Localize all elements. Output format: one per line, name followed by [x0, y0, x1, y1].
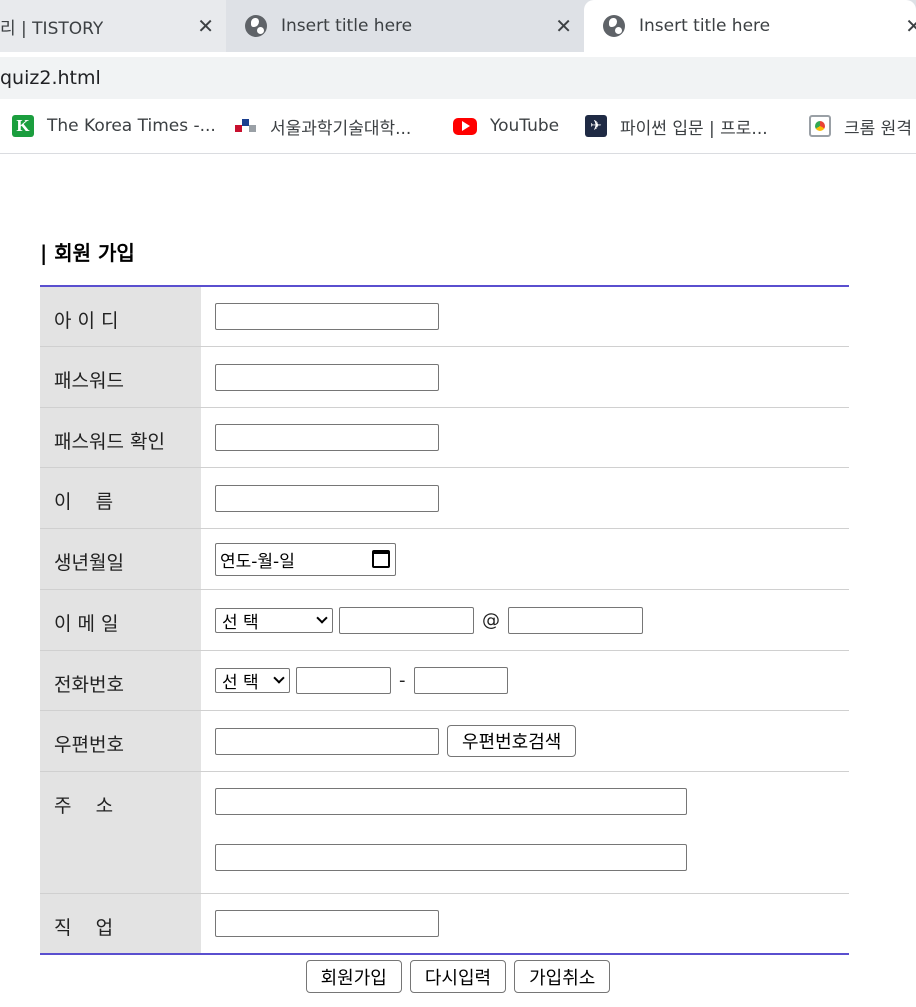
bookmarks-bar: K The Korea Times -... 서울과학기술대학... YouTu… — [0, 102, 916, 154]
password-input[interactable] — [215, 363, 439, 391]
bookmark-seoultech[interactable]: 서울과학기술대학... — [235, 102, 411, 150]
address-bar: quiz2.html — [0, 52, 916, 102]
close-icon[interactable]: ✕ — [197, 14, 214, 38]
reset-button[interactable]: 다시입력 — [409, 960, 507, 993]
select-value: 선 택 — [222, 673, 259, 693]
name-input[interactable] — [215, 484, 439, 512]
python-icon: ✈ — [585, 115, 607, 137]
row-phone: 전화번호 선 택 - — [40, 651, 849, 711]
chevron-down-icon — [273, 672, 285, 684]
bookmark-chrome-remote[interactable]: 크롬 원격 — [809, 102, 912, 150]
tab-title: 리 | TISTORY — [0, 18, 104, 39]
cancel-button[interactable]: 가입취소 — [514, 960, 611, 993]
page-title: | 회원 가입 — [40, 241, 135, 265]
row-job: 직 업 — [40, 894, 849, 953]
email-domain-input[interactable] — [508, 606, 643, 634]
email-id-input[interactable] — [339, 606, 474, 634]
bookmark-label: The Korea Times -... — [47, 116, 216, 136]
label-password: 패스워드 — [40, 347, 201, 407]
tab-strip: 리 | TISTORY ✕ Insert title here ✕ Insert… — [0, 0, 916, 52]
chevron-down-icon — [316, 611, 328, 624]
globe-icon — [245, 15, 267, 37]
label-zip: 우편번호 — [40, 711, 201, 771]
row-password-confirm: 패스워드 확인 — [40, 408, 849, 468]
phone-prefix-select[interactable]: 선 택 — [215, 668, 290, 693]
date-placeholder: 연도-월-일 — [220, 551, 295, 572]
row-zip: 우편번호 우편번호검색 — [40, 711, 849, 772]
label-password-confirm: 패스워드 확인 — [40, 408, 201, 467]
label-job: 직 업 — [40, 894, 201, 953]
row-id: 아 이 디 — [40, 287, 849, 347]
address-line2-input[interactable] — [215, 844, 687, 871]
row-password: 패스워드 — [40, 347, 849, 408]
chrome-remote-icon — [809, 115, 831, 137]
label-email: 이 메 일 — [40, 590, 201, 650]
row-birth: 생년월일 연도-월-일 — [40, 529, 849, 590]
bookmark-label: 서울과학기술대학... — [270, 118, 412, 139]
close-icon[interactable]: ✕ — [555, 14, 572, 38]
tab-title: Insert title here — [281, 16, 413, 36]
job-input[interactable] — [215, 910, 439, 937]
tab-tistory[interactable]: 리 | TISTORY ✕ — [0, 0, 226, 52]
calendar-icon[interactable] — [372, 550, 390, 568]
youtube-icon — [453, 117, 477, 135]
password-confirm-input[interactable] — [215, 424, 439, 451]
bookmark-label: 크롬 원격 — [844, 118, 912, 139]
form-actions: 회원가입 다시입력 가입취소 — [0, 960, 916, 993]
label-phone: 전화번호 — [40, 651, 201, 710]
zip-input[interactable] — [215, 727, 439, 755]
tab-insert-title-active[interactable]: Insert title here ✕ — [584, 0, 916, 52]
bookmark-youtube[interactable]: YouTube — [453, 102, 559, 150]
bookmark-korea-times[interactable]: K The Korea Times -... — [12, 102, 216, 150]
address-line1-input[interactable] — [215, 788, 687, 815]
label-address: 주 소 — [40, 772, 201, 893]
email-domain-select[interactable]: 선 택 — [215, 607, 333, 633]
url-field[interactable]: quiz2.html — [0, 57, 916, 99]
label-id: 아 이 디 — [40, 287, 201, 346]
select-value: 선 택 — [222, 612, 259, 633]
close-icon[interactable]: ✕ — [905, 14, 916, 38]
seoultech-icon — [235, 115, 257, 137]
id-input[interactable] — [215, 303, 439, 330]
url-text: quiz2.html — [0, 67, 101, 89]
bookmark-label: YouTube — [490, 116, 560, 136]
dash: - — [399, 670, 406, 691]
bookmark-python[interactable]: ✈ 파이썬 입문 | 프로... — [585, 102, 768, 150]
signup-submit-button[interactable]: 회원가입 — [305, 960, 402, 993]
korea-times-icon: K — [12, 115, 34, 137]
row-name: 이 름 — [40, 468, 849, 529]
globe-icon — [603, 15, 625, 37]
phone-middle-input[interactable] — [296, 667, 391, 694]
tab-title: Insert title here — [639, 16, 771, 36]
signup-form-table: 아 이 디 패스워드 패스워드 확인 이 름 생년월일 연도-월-일 이 메 일… — [40, 285, 849, 955]
birth-date-input[interactable]: 연도-월-일 — [215, 542, 396, 576]
zip-search-button[interactable]: 우편번호검색 — [447, 725, 577, 757]
phone-last-input[interactable] — [413, 667, 508, 694]
label-birth: 생년월일 — [40, 529, 201, 589]
tab-insert-title-1[interactable]: Insert title here ✕ — [226, 0, 584, 52]
label-name: 이 름 — [40, 468, 201, 528]
row-email: 이 메 일 선 택 @ — [40, 590, 849, 651]
bookmark-label: 파이썬 입문 | 프로... — [620, 118, 768, 139]
at-sign: @ — [482, 609, 500, 631]
row-address: 주 소 — [40, 772, 849, 894]
